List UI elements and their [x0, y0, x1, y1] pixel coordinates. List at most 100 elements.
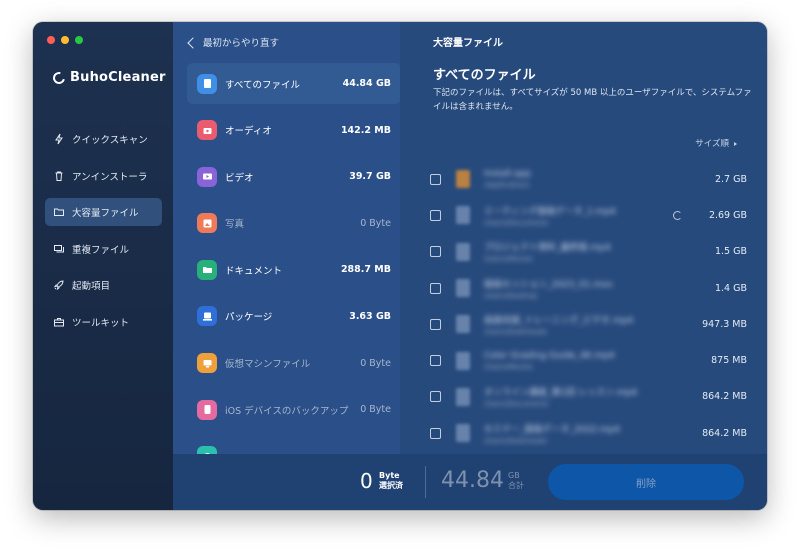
sidebar-item-label: クイックスキャン: [72, 135, 148, 146]
file-checkbox[interactable]: [430, 173, 441, 185]
file-thumbnail-icon: [456, 206, 470, 225]
category-item[interactable]: ビデオ 39.7 GB: [187, 156, 401, 197]
sort-label: サイズ順: [695, 139, 729, 149]
file-row[interactable]: プロジェクト資料_最終版.mp4/Users/Movies 1.5 GB: [430, 234, 765, 270]
file-row[interactable]: オンライン講座_第1回 レッスン.mp4/Users/Documents 864.…: [430, 379, 765, 415]
file-checkbox[interactable]: [430, 427, 441, 439]
audio-icon: [197, 120, 217, 141]
sidebar-item-rocket[interactable]: 起動項目: [45, 271, 162, 299]
sidebar-item-toolkit[interactable]: ツールキット: [45, 308, 162, 336]
sidebar-item-label: ツールキット: [72, 317, 130, 329]
zoom-window-button[interactable]: [75, 36, 83, 44]
file-checkbox[interactable]: [430, 246, 441, 258]
app-window: BuhoCleaner クイックスキャンアンインストーラ大容量ファイル重複ファイ…: [33, 22, 767, 510]
file-size: 875 MB: [711, 355, 747, 367]
file-name: プロジェクト資料_最終版.mp4: [484, 243, 611, 254]
footer-divider: [425, 466, 426, 498]
file-thumbnail-icon: [456, 351, 470, 370]
file-name: 画面収録_トレーニング_ビデオ.mp4: [484, 315, 634, 326]
file-list: Install.app/Applications 2.7 GB ミーティング録画デー…: [430, 161, 765, 451]
file-row[interactable]: ミーティング録画データ_1.mp4/Users/Documents 2.69 GB: [430, 197, 765, 233]
file-row[interactable]: Install.app/Applications 2.7 GB: [430, 161, 765, 197]
file-info: セミナー_録画データ_2022.mp4/Users/Downloads: [484, 422, 664, 445]
category-size: 288.7 MB: [340, 264, 391, 276]
app-logo: BuhoCleaner: [50, 69, 166, 86]
category-size: 3.63 GB: [349, 310, 391, 322]
delete-button[interactable]: 削除: [548, 464, 744, 500]
file-row[interactable]: セミナー_録画データ_2022.mp4/Users/Downloads 864.2…: [430, 415, 765, 451]
file-row[interactable]: 画面収録_トレーニング_ビデオ.mp4/Users/Downloads 947.3…: [430, 306, 765, 342]
video-icon: [197, 166, 217, 187]
category-item[interactable]: 仮想マシンファイル 0 Byte: [187, 343, 401, 384]
file-info: Install.app/Applications: [484, 169, 664, 189]
file-checkbox[interactable]: [430, 318, 441, 330]
category-item[interactable]: iOS デバイスのバックアップ 0 Byte: [187, 389, 401, 430]
file-path: /Applications: [484, 181, 530, 190]
file-checkbox[interactable]: [430, 209, 441, 221]
file-checkbox[interactable]: [430, 391, 441, 403]
file-thumbnail-icon: [456, 315, 470, 334]
duplicate-icon: [53, 243, 65, 255]
rocket-icon: [53, 279, 65, 291]
file-checkbox[interactable]: [430, 355, 441, 367]
caret-right-icon: [734, 141, 737, 146]
selected-label: 選択済: [379, 481, 403, 490]
toolkit-icon: [53, 316, 65, 328]
file-thumbnail-icon: [456, 242, 470, 261]
sidebar-item-label: 起動項目: [72, 281, 111, 292]
minimize-window-button[interactable]: [61, 36, 69, 44]
file-size: 2.69 GB: [708, 209, 747, 221]
category-size: 0 Byte: [360, 404, 391, 416]
category-list: すべてのファイル 44.84 GB オーディオ 142.2 MB ビデオ 39.7 GB 写…: [187, 63, 401, 454]
file-row[interactable]: Color Grading Guide_4K.mp4/Users/Movies 8…: [430, 342, 765, 378]
file-info: Color Grading Guide_4K.mp4/Users/Movies: [484, 351, 664, 371]
sidebar-nav: クイックスキャンアンインストーラ大容量ファイル重複ファイル起動項目ツールキット: [45, 125, 162, 344]
file-path: /Users/Downloads: [484, 327, 547, 336]
file-row[interactable]: 録画セッション_2023_01.mov/Users/Desktop 1.4 GB: [430, 270, 765, 306]
file-size: 864.2 MB: [702, 391, 747, 403]
file-name: オンライン講座_第1回 レッスン.mp4: [484, 388, 638, 399]
category-item[interactable]: 写真 0 Byte: [187, 203, 401, 244]
sort-dropdown[interactable]: サイズ順: [695, 137, 737, 149]
sidebar-item-trash[interactable]: アンインストーラ: [45, 162, 162, 190]
file-thumbnail-icon: [456, 279, 470, 298]
document-icon: [197, 259, 217, 280]
category-name: すべてのファイル: [225, 79, 300, 91]
footer-bar: 0 Byte 選択済 44.84 GB 合計 削除: [173, 454, 767, 510]
sidebar-item-duplicate[interactable]: 重複ファイル: [45, 235, 162, 263]
file-name: Color Grading Guide_4K.mp4: [484, 350, 615, 361]
file-thumbnail-icon: [456, 170, 470, 189]
other-icon: [197, 446, 217, 454]
category-item[interactable]: [187, 436, 401, 454]
total-unit: GB: [508, 471, 520, 480]
category-name: iOS デバイスのバックアップ: [225, 405, 349, 417]
file-path: /Users/Documents: [484, 400, 549, 409]
sidebar-item-folder[interactable]: 大容量ファイル: [45, 198, 162, 226]
file-info: 画面収録_トレーニング_ビデオ.mp4/Users/Downloads: [484, 313, 664, 336]
file-path: /Users/Documents: [484, 218, 549, 227]
sidebar-item-label: 大容量ファイル: [72, 208, 139, 219]
category-name: ビデオ: [225, 172, 254, 184]
folder-icon: [53, 206, 65, 218]
category-item[interactable]: パッケージ 3.63 GB: [187, 296, 401, 337]
selected-label-group: Byte 選択済: [379, 471, 403, 491]
category-name: 仮想マシンファイル: [225, 359, 311, 371]
quick-scan-icon: [53, 133, 65, 145]
file-path: /Users/Downloads: [484, 436, 547, 445]
file-checkbox[interactable]: [430, 282, 441, 294]
category-item[interactable]: すべてのファイル 44.84 GB: [187, 63, 401, 104]
category-item[interactable]: オーディオ 142.2 MB: [187, 110, 401, 151]
trash-icon: [53, 170, 65, 182]
panel-title: すべてのファイル: [433, 68, 536, 83]
panel-description: 下記のファイルは、すべてサイズが 50 MB 以上のユーザファイルで、システムフ…: [433, 88, 752, 112]
category-item[interactable]: ドキュメント 288.7 MB: [187, 249, 401, 290]
sidebar-item-quick-scan[interactable]: クイックスキャン: [45, 125, 162, 153]
start-over-button[interactable]: 最初からやり直す: [187, 35, 279, 49]
file-path: /Users/Movies: [484, 362, 533, 371]
close-window-button[interactable]: [47, 36, 55, 44]
file-info: プロジェクト資料_最終版.mp4/Users/Movies: [484, 240, 664, 263]
file-size: 947.3 MB: [702, 318, 747, 330]
category-panel: 最初からやり直す すべてのファイル 44.84 GB オーディオ 142.2 MB ビデ…: [173, 22, 401, 454]
category-size: 142.2 MB: [340, 124, 391, 136]
file-name: セミナー_録画データ_2022.mp4: [484, 424, 620, 435]
